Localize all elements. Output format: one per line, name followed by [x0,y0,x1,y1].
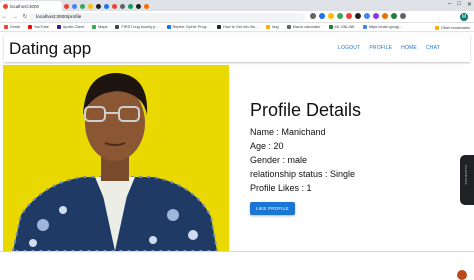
bookmark-item[interactable]: Macro calculator [286,25,321,29]
bookmark-item[interactable]: FIRST bug bounty p... [115,25,159,29]
folder-icon [266,25,271,29]
tab-favicon-icon[interactable] [104,3,109,9]
maximize-icon[interactable]: □ [457,1,461,8]
tab-favicon-icon[interactable] [112,3,117,9]
bookmark-item[interactable]: ML ONLINE [328,25,355,29]
reload-icon[interactable]: ↻ [20,13,30,20]
bookmark-icon [362,25,367,29]
extension-icon[interactable] [319,13,325,19]
feedback-label: FEEDBACK [464,165,468,186]
tab-favicon-icon[interactable] [72,3,77,9]
bookmark-item[interactable]: Maps [92,25,107,29]
profile-name: Name : Manichand [250,127,326,137]
address-bar[interactable]: localhost:3000/profile [30,12,305,22]
profile-photo [3,65,229,251]
bookmark-icon [56,25,61,29]
bookmark-item[interactable]: How to Get Into Bu... [217,25,258,29]
tab-favicon-icon[interactable] [120,3,125,9]
bookmark-item[interactable]: Apollo Client [56,25,84,29]
tab-favicon-icon[interactable] [96,3,101,9]
extension-icon[interactable] [382,13,388,19]
like-profile-button[interactable]: LIKE PROFILE [250,202,295,215]
bookmark-icon [115,25,120,29]
close-icon[interactable]: ✕ [467,1,472,8]
profile-gender: Gender : male [250,155,308,165]
extension-icon[interactable] [364,13,370,19]
bookmark-icon [328,25,333,29]
nav-logout-button[interactable]: LOGOUT [338,45,360,51]
top-nav: LOGOUT PROFILE HOME CHAT [338,45,440,51]
folder-icon [434,25,439,30]
bookmark-item[interactable]: YouTube [27,25,49,29]
active-tab[interactable]: localhost:3000 [0,1,62,11]
back-icon[interactable]: ← [0,14,10,20]
puzzle-icon[interactable] [400,13,406,19]
active-tab-title: localhost:3000 [10,3,40,9]
profile-likes: Profile Likes : 1 [250,183,312,193]
profile-relationship-status: relationship status : Single [250,169,356,179]
app-bar: Dating app LOGOUT PROFILE HOME CHAT [4,34,470,62]
brand-title[interactable]: Dating app [9,39,91,59]
profile-avatar[interactable]: M [460,13,468,21]
nav-profile-button[interactable]: PROFILE [369,45,392,51]
bookmark-item[interactable]: https://main.googl... [362,25,402,29]
bookmarks-bar: Gmail YouTube Apollo Client Maps FIRST b… [0,23,474,32]
bookmark-icon [286,25,291,29]
forward-icon[interactable]: → [10,14,20,20]
bookmark-icon [92,25,97,29]
bookmark-item[interactable]: Gmail [4,25,20,29]
profile-heading: Profile Details [250,100,362,120]
minimize-icon[interactable]: – [448,1,451,8]
window-controls: – □ ✕ [448,1,472,8]
horizontal-scrollbar[interactable] [0,251,474,252]
tab-favicon-icon [3,3,8,9]
tab-favicon-icon[interactable] [80,3,85,9]
nav-home-button[interactable]: HOME [401,45,417,51]
bookmark-icon [27,25,32,29]
extensions [310,13,406,19]
floating-action-icon[interactable] [457,270,467,280]
profile-age: Age : 20 [250,141,284,151]
browser-tab-strip: localhost:3000 – □ ✕ [0,0,474,11]
extension-icon[interactable] [328,13,334,19]
share-icon[interactable] [310,13,316,19]
tab-list [64,2,414,10]
extension-icon[interactable] [355,13,361,19]
tab-favicon-icon[interactable] [136,3,141,9]
tab-favicon-icon[interactable] [144,3,149,9]
bookmark-icon [4,25,8,29]
extension-icon[interactable] [337,13,343,19]
bookmark-icon [217,25,222,29]
extension-icon[interactable] [391,13,397,19]
page-content: Dating app LOGOUT PROFILE HOME CHAT Prof… [0,32,474,280]
feedback-widget[interactable]: FEEDBACK [460,155,474,205]
toolbar: ← → ↻ localhost:3000/profile M [0,11,474,23]
tab-favicon-icon[interactable] [64,3,69,9]
nav-chat-button[interactable]: CHAT [426,45,440,51]
extension-icon[interactable] [373,13,379,19]
bookmark-item[interactable]: Replier Cipher Prog... [166,25,209,29]
tab-favicon-icon[interactable] [128,3,133,9]
extension-icon[interactable] [346,13,352,19]
other-bookmarks[interactable]: Other bookmarks [434,23,470,31]
url-text: localhost:3000/profile [36,14,82,20]
bookmark-icon [166,25,171,29]
profile-photo-image [3,65,229,251]
bookmark-item[interactable]: bug [266,25,279,29]
tab-favicon-icon[interactable] [88,3,93,9]
profile-details: Profile Details Name : Manichand Age : 2… [250,100,361,215]
